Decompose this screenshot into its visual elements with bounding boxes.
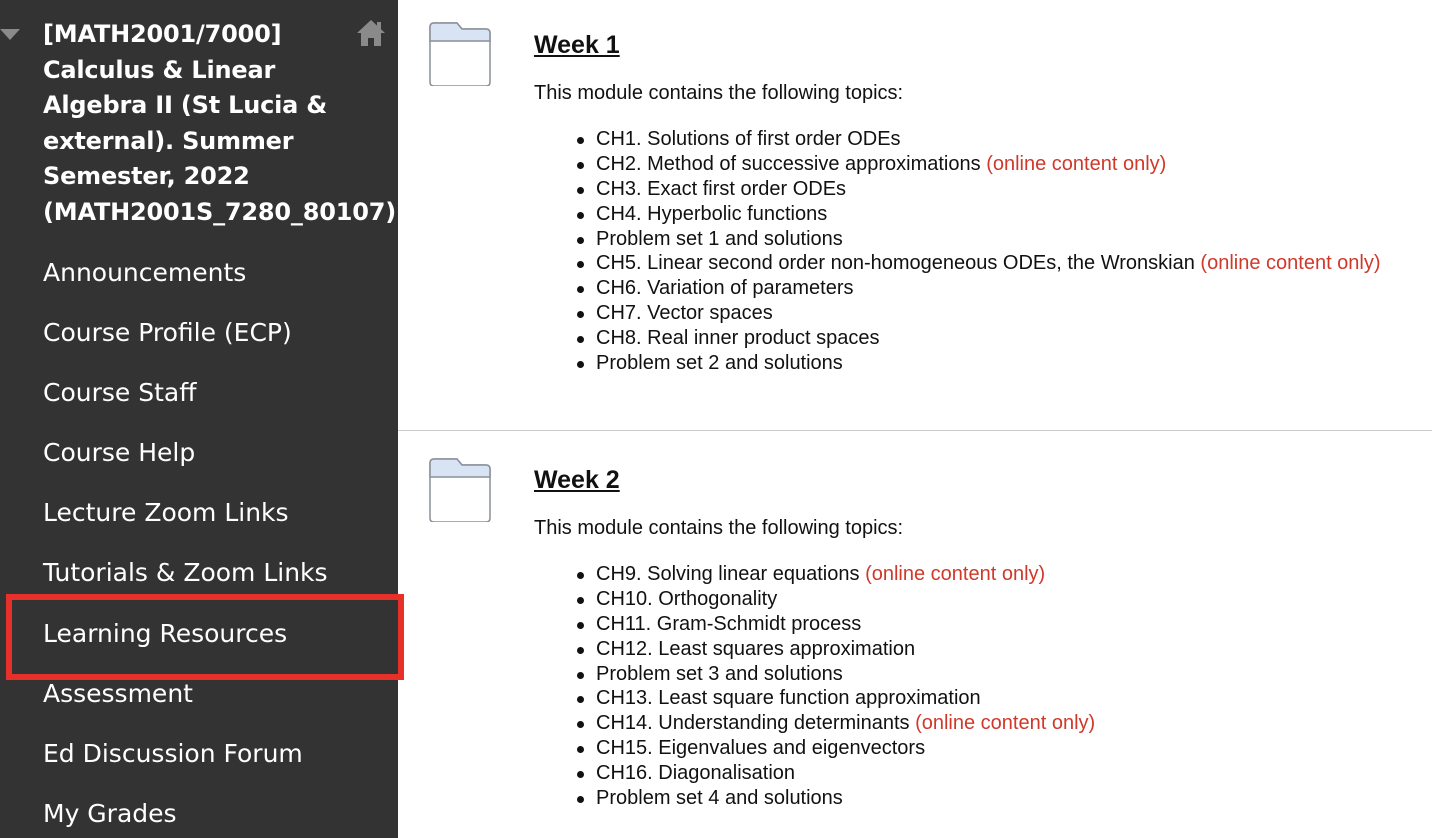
week-2-topic-list: CH9. Solving linear equations (online co… xyxy=(575,562,1095,811)
list-item: CH1. Solutions of first order ODEs xyxy=(575,127,1381,152)
week-1-topic-list: CH1. Solutions of first order ODEs CH2. … xyxy=(575,127,1381,376)
folder-icon xyxy=(429,458,491,522)
sidebar-item-assessment[interactable]: Assessment xyxy=(43,679,193,709)
week-2-intro: This module contains the following topic… xyxy=(534,517,904,539)
week-1-intro: This module contains the following topic… xyxy=(534,82,904,104)
list-item: CH9. Solving linear equations (online co… xyxy=(575,562,1095,587)
collapse-arrow-icon[interactable] xyxy=(0,29,20,40)
list-item: CH6. Variation of parameters xyxy=(575,276,1381,301)
sidebar-item-tutorials-zoom-links[interactable]: Tutorials & Zoom Links xyxy=(43,558,328,588)
list-item: CH16. Diagonalisation xyxy=(575,761,1095,786)
week-2-title[interactable]: Week 2 xyxy=(534,466,620,495)
sidebar-item-course-help[interactable]: Course Help xyxy=(43,438,195,468)
home-icon[interactable] xyxy=(355,18,387,48)
list-item: CH3. Exact first order ODEs xyxy=(575,177,1381,202)
list-item: CH11. Gram-Schmidt process xyxy=(575,612,1095,637)
list-item: CH2. Method of successive approximations… xyxy=(575,152,1381,177)
online-only-note: (online content only) xyxy=(986,152,1167,175)
list-item: Problem set 1 and solutions xyxy=(575,227,1381,252)
sidebar-item-course-staff[interactable]: Course Staff xyxy=(43,378,196,408)
list-item: CH12. Least squares approximation xyxy=(575,637,1095,662)
course-title[interactable]: [MATH2001/7000] Calculus & Linear Algebr… xyxy=(43,17,396,231)
sidebar-item-lecture-zoom-links[interactable]: Lecture Zoom Links xyxy=(43,498,289,528)
list-item: CH4. Hyperbolic functions xyxy=(575,202,1381,227)
folder-icon xyxy=(429,22,491,86)
course-sidebar: [MATH2001/7000] Calculus & Linear Algebr… xyxy=(0,0,398,838)
week-1-title[interactable]: Week 1 xyxy=(534,31,620,60)
list-item: CH5. Linear second order non-homogeneous… xyxy=(575,251,1381,276)
list-item: CH14. Understanding determinants (online… xyxy=(575,711,1095,736)
list-item: CH7. Vector spaces xyxy=(575,301,1381,326)
sidebar-item-my-grades[interactable]: My Grades xyxy=(43,799,177,829)
content-area: Week 1 This module contains the followin… xyxy=(398,0,1432,838)
list-item: CH10. Orthogonality xyxy=(575,587,1095,612)
list-item: CH8. Real inner product spaces xyxy=(575,326,1381,351)
module-divider xyxy=(398,430,1432,431)
list-item: Problem set 2 and solutions xyxy=(575,351,1381,376)
list-item: Problem set 4 and solutions xyxy=(575,786,1095,811)
sidebar-item-course-profile[interactable]: Course Profile (ECP) xyxy=(43,318,292,348)
list-item: CH15. Eigenvalues and eigenvectors xyxy=(575,736,1095,761)
online-only-note: (online content only) xyxy=(1200,252,1381,275)
list-item: Problem set 3 and solutions xyxy=(575,662,1095,687)
list-item: CH13. Least square function approximatio… xyxy=(575,686,1095,711)
sidebar-item-ed-discussion-forum[interactable]: Ed Discussion Forum xyxy=(43,739,303,769)
online-only-note: (online content only) xyxy=(915,712,1096,735)
online-only-note: (online content only) xyxy=(865,563,1046,585)
highlight-annotation xyxy=(6,594,404,680)
sidebar-item-announcements[interactable]: Announcements xyxy=(43,258,246,288)
